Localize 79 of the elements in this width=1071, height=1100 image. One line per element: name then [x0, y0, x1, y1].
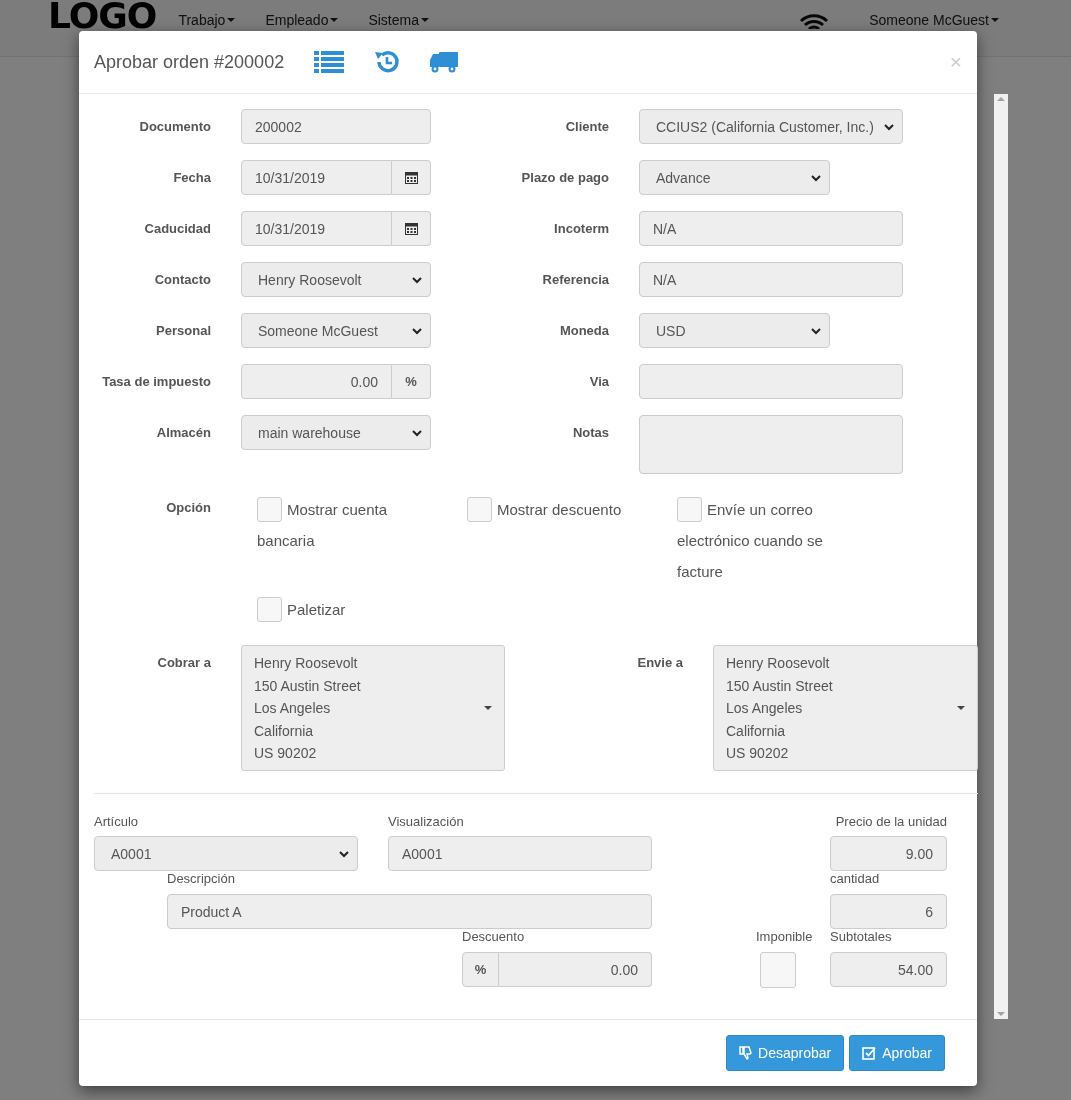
field-label: Incoterm: [553, 220, 609, 238]
calendar-button[interactable]: [392, 211, 431, 246]
text-field[interactable]: A0001: [388, 836, 652, 871]
chevron-down-icon: [884, 122, 894, 131]
field-label: Precio de la unidad: [835, 814, 947, 829]
date-field[interactable]: 10/31/2019: [241, 160, 392, 195]
check-square-icon: [862, 1046, 877, 1060]
field-label: Caducidad: [143, 220, 211, 238]
chevron-down-icon: [339, 849, 349, 858]
calendar-button[interactable]: [392, 160, 431, 195]
field-label: Referencia: [541, 271, 609, 289]
list-icon[interactable]: [314, 50, 345, 74]
subtotal-field[interactable]: 54.00: [830, 952, 947, 987]
field-label: Opción: [165, 499, 211, 517]
select-field[interactable]: Henry Roosevolt: [241, 262, 431, 297]
quantity-field[interactable]: 6: [830, 894, 947, 929]
percent-addon: %: [392, 364, 431, 399]
field-label: Cliente: [564, 118, 609, 136]
field-label: Via: [588, 373, 609, 391]
chevron-down-icon: [811, 173, 821, 182]
modal-title: Aprobar orden #200002: [94, 51, 285, 73]
field-label: Descuento: [462, 929, 526, 944]
field-label: Personal: [155, 322, 211, 340]
thumbs-down-icon: [739, 1046, 753, 1060]
select-field[interactable]: Someone McGuest: [241, 313, 431, 348]
select-field[interactable]: USD: [639, 313, 830, 348]
field-label: Almacén: [155, 424, 211, 442]
truck-icon[interactable]: [430, 50, 459, 74]
discount-field[interactable]: 0.00: [499, 952, 652, 987]
field-label: Cobrar a: [156, 654, 211, 672]
field-label: Notas: [571, 424, 609, 442]
select-field[interactable]: Advance: [639, 160, 830, 195]
text-field[interactable]: N/A: [639, 211, 903, 246]
field-label: Subtotales: [830, 929, 893, 944]
scrollbar[interactable]: [994, 94, 1008, 1019]
field-label: Fecha: [172, 169, 211, 187]
field-label: Documento: [138, 118, 211, 136]
field-label: Tasa de impuesto: [101, 373, 211, 391]
percent-addon: %: [462, 952, 499, 987]
text-field[interactable]: N/A: [639, 262, 903, 297]
address-select[interactable]: Henry Roosevolt 150 Austin Street Los Angeles California US 90202: [241, 645, 505, 771]
field-label: cantidad: [830, 871, 881, 886]
history-icon[interactable]: [374, 49, 401, 75]
text-field[interactable]: 200002: [241, 109, 431, 144]
address-select[interactable]: Henry Roosevolt 150 Austin Street Los Angeles California US 90202: [713, 645, 978, 771]
checkbox-option[interactable]: Paletizar: [257, 594, 447, 625]
field-label: Visualización: [388, 814, 465, 829]
calendar-icon: [404, 222, 418, 235]
field-label: Moneda: [558, 322, 609, 340]
field-label: Artículo: [94, 814, 140, 829]
logo: LOGO: [48, 2, 157, 30]
checkbox-option[interactable]: Envíe un correo electrónico cuando se facture: [677, 494, 867, 587]
menu-dropdown[interactable]: Empleado: [265, 12, 339, 28]
notes-field[interactable]: [639, 415, 903, 474]
chevron-down-icon: [412, 428, 422, 437]
checkbox-option[interactable]: Mostrar descuento: [467, 494, 657, 587]
field-label: Imponible: [756, 929, 814, 944]
user-menu[interactable]: Someone McGuest: [869, 12, 999, 28]
unit-price-field[interactable]: 9.00: [830, 836, 947, 871]
field-label: Envie a: [636, 654, 683, 672]
tax-rate-field[interactable]: 0.00: [241, 364, 392, 399]
chevron-down-icon: [412, 275, 422, 284]
field-label: Contacto: [153, 271, 211, 289]
text-field[interactable]: [639, 364, 903, 399]
date-field[interactable]: 10/31/2019: [241, 211, 392, 246]
checkbox-option[interactable]: Mostrar cuenta bancaria: [257, 494, 447, 587]
taxable-checkbox[interactable]: [760, 952, 796, 988]
calendar-icon: [404, 171, 418, 184]
menu-dropdown[interactable]: Trabajo: [178, 12, 236, 28]
text-field[interactable]: Product A: [167, 894, 652, 929]
select-field[interactable]: main warehouse: [241, 415, 431, 450]
select-field[interactable]: CCIUS2 (California Customer, Inc.): [639, 109, 903, 144]
menu-dropdown[interactable]: Sistema: [368, 12, 429, 28]
chevron-down-icon: [811, 326, 821, 335]
chevron-down-icon: [412, 326, 422, 335]
field-label: Plazo de pago: [520, 169, 609, 187]
field-label: Descripción: [167, 871, 236, 886]
wifi-icon: [799, 14, 830, 29]
select-field[interactable]: A0001: [94, 836, 358, 871]
